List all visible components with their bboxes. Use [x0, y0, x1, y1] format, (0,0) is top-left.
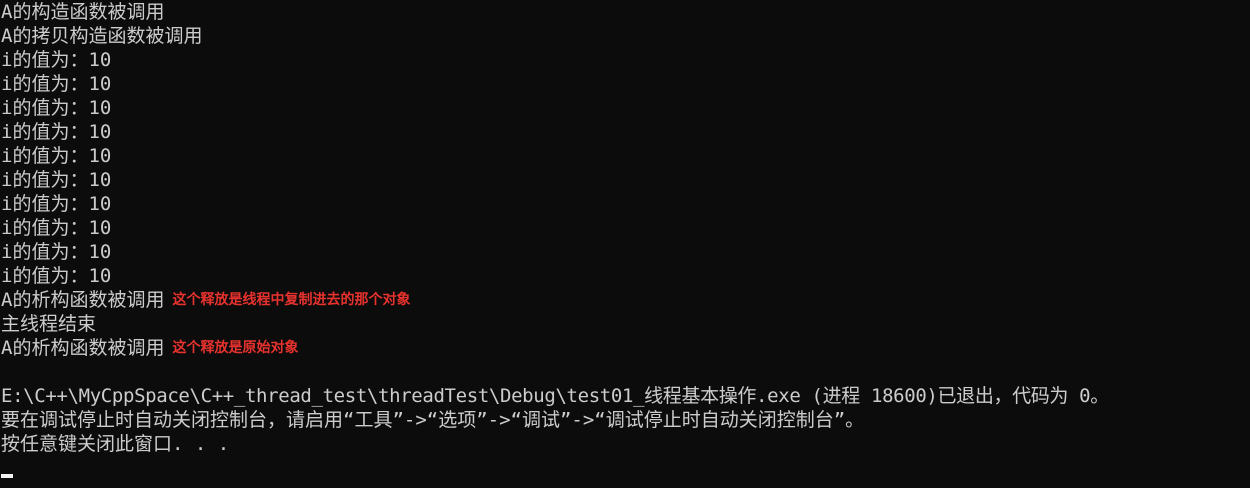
console-line-auto-close-hint: 要在调试停止时自动关闭控制台，请启用“工具”->“选项”->“调试”->“调试停…: [1, 409, 865, 431]
console-line-press-any-key: 按任意键关闭此窗口. . .: [1, 433, 230, 455]
annotation-original-release: 这个释放是原始对象: [172, 340, 299, 356]
console-text: A的析构函数被调用: [1, 289, 165, 311]
console-line-i-value: i的值为：10: [1, 265, 112, 287]
console-text: A的析构函数被调用: [1, 337, 165, 359]
console-line-destructor-original: A的析构函数被调用 这个释放是原始对象: [1, 336, 1250, 360]
console-line-constructor: A的构造函数被调用: [1, 1, 165, 23]
console-line-main-thread-end: 主线程结束: [1, 313, 97, 335]
console-line-i-value: i的值为：10: [1, 217, 112, 239]
console-line-i-value: i的值为：10: [1, 169, 112, 191]
annotation-copy-release: 这个释放是线程中复制进去的那个对象: [172, 292, 411, 308]
console-line-i-value: i的值为：10: [1, 193, 112, 215]
console-line-i-value: i的值为：10: [1, 73, 112, 95]
console-output[interactable]: A的构造函数被调用 A的拷贝构造函数被调用 i的值为：10 i的值为：10 i的…: [1, 0, 1250, 488]
console-line-copy-constructor: A的拷贝构造函数被调用: [1, 25, 203, 47]
cursor-caret: [1, 474, 13, 478]
console-line-i-value: i的值为：10: [1, 97, 112, 119]
console-line-i-value: i的值为：10: [1, 241, 112, 263]
console-line-i-value: i的值为：10: [1, 121, 112, 143]
console-line-i-value: i的值为：10: [1, 49, 112, 71]
console-line-i-value: i的值为：10: [1, 145, 112, 167]
console-line-exit-message: E:\C++\MyCppSpace\C++_thread_test\thread…: [1, 385, 1109, 407]
console-line-destructor-copy: A的析构函数被调用 这个释放是线程中复制进去的那个对象: [1, 288, 1250, 312]
